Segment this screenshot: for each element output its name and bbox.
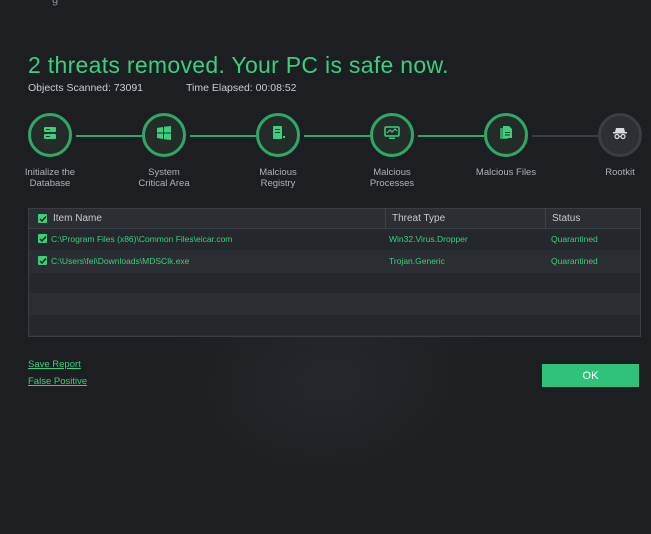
save-report-link[interactable]: Save Report [28, 359, 81, 370]
threat-type: Win32.Virus.Dropper [389, 234, 468, 244]
threat-status: Quarantined [551, 256, 598, 266]
objects-scanned: Objects Scanned: 73091 [28, 82, 143, 94]
threat-status: Quarantined [551, 234, 598, 244]
threat-type: Trojan.Generic [389, 256, 445, 266]
threat-path: C:\Users\fei\Downloads\MDSClk.exe [51, 256, 190, 266]
column-header-status[interactable]: Status [545, 209, 580, 228]
step-label-processes: Malcious Processes [369, 167, 415, 189]
step-database [28, 113, 72, 157]
step-circle [256, 113, 300, 157]
step-registry [256, 113, 300, 157]
scan-stats: Objects Scanned: 73091 Time Elapsed: 00:… [28, 82, 297, 94]
empty-row [29, 273, 640, 294]
time-elapsed: Time Elapsed: 00:08:52 [186, 82, 297, 94]
step-connector [418, 135, 484, 137]
step-label-database: Initialize the Database [24, 167, 76, 189]
files-icon [498, 125, 514, 146]
false-positive-link[interactable]: False Positive [28, 376, 87, 387]
result-headline: 2 threats removed. Your PC is safe now. [28, 52, 449, 78]
step-circle [28, 113, 72, 157]
step-system-critical [142, 113, 186, 157]
checkmark-icon [38, 215, 47, 222]
table-header: Item Name Threat Type Status [29, 209, 640, 229]
step-connector [76, 135, 142, 137]
step-label-rootkit: Rootkit [605, 167, 635, 178]
step-label-registry: Malcious Registry [259, 167, 297, 189]
select-all-checkbox[interactable] [38, 214, 47, 223]
database-icon [42, 125, 58, 146]
empty-row [29, 294, 640, 315]
step-files [484, 113, 528, 157]
step-circle [142, 113, 186, 157]
step-processes [370, 113, 414, 157]
checkmark-icon [38, 235, 47, 242]
step-circle [484, 113, 528, 157]
registry-icon [270, 125, 286, 146]
ok-button[interactable]: OK [542, 364, 639, 387]
monitor-icon [384, 125, 400, 146]
step-label-files: Malcious Files [475, 167, 537, 178]
threat-path: C:\Program Files (x86)\Common Files\eica… [51, 234, 233, 244]
row-checkbox[interactable] [38, 256, 47, 265]
step-connector [304, 135, 370, 137]
windows-icon [156, 125, 172, 146]
checkmark-icon [38, 257, 47, 264]
threats-table: Item Name Threat Type Status C:\Program … [28, 208, 641, 337]
table-row[interactable]: C:\Users\fei\Downloads\MDSClk.exe Trojan… [29, 251, 640, 273]
step-circle [370, 113, 414, 157]
table-row[interactable]: C:\Program Files (x86)\Common Files\eica… [29, 229, 640, 251]
step-label-system-critical: System Critical Area [138, 167, 190, 189]
column-header-threat[interactable]: Threat Type [385, 209, 445, 228]
step-circle [598, 113, 642, 157]
window-title-fragment: g [52, 0, 59, 6]
step-rootkit [598, 113, 642, 157]
step-connector [190, 135, 256, 137]
empty-row [29, 315, 640, 336]
step-connector [532, 135, 598, 137]
spy-icon [612, 125, 628, 146]
row-checkbox[interactable] [38, 234, 47, 243]
column-header-item[interactable]: Item Name [53, 209, 102, 228]
